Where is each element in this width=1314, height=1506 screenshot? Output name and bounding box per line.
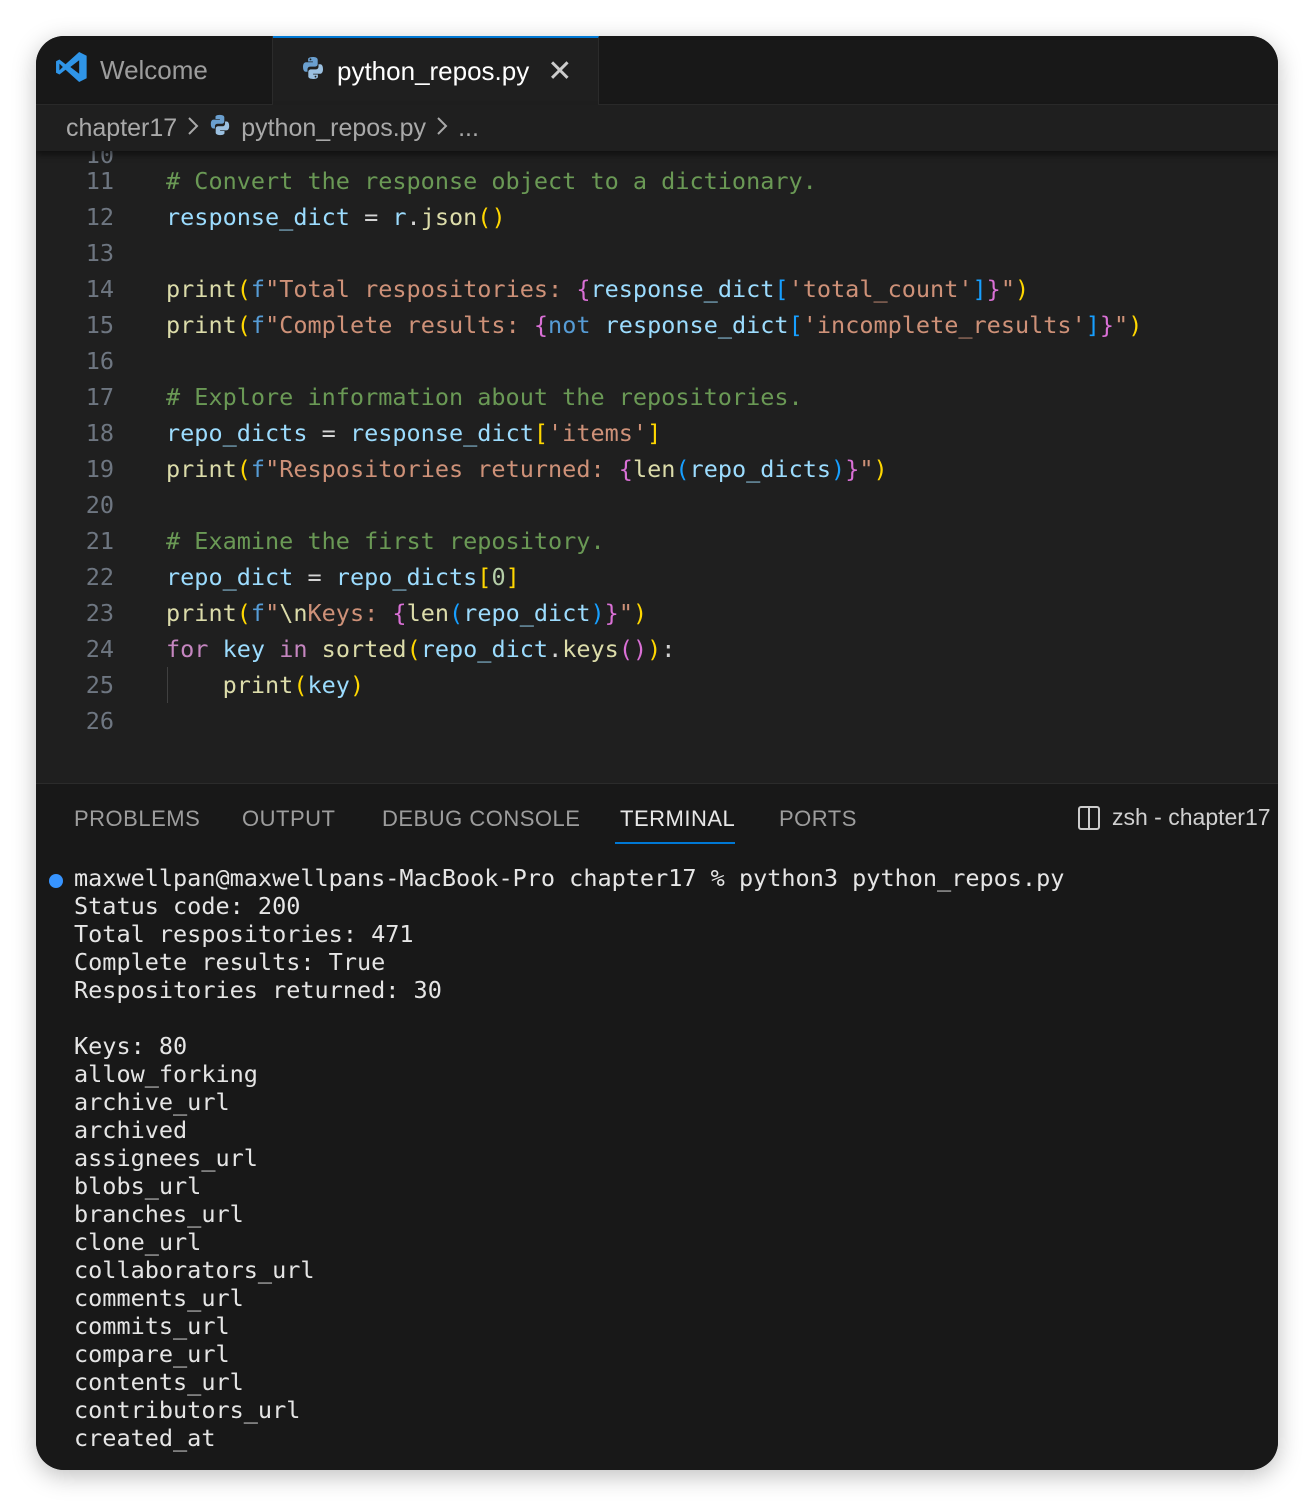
terminal-line: contributors_url: [74, 1396, 301, 1424]
code-text: print(f"Respositories returned: {len(rep…: [166, 455, 888, 483]
python-file-icon: [209, 114, 231, 143]
terminal-line: assignees_url: [74, 1144, 258, 1172]
code-text: response_dict = r.json(): [166, 203, 506, 231]
breadcrumb: chapter17 python_repos.py ...: [36, 105, 1278, 151]
code-line: 21 # Examine the first repository.: [36, 523, 1278, 559]
tab-terminal[interactable]: TERMINAL: [620, 806, 735, 832]
tab-problems[interactable]: PROBLEMS: [74, 806, 200, 832]
terminal-line: Respositories returned: 30: [74, 976, 442, 1004]
code-line: 24 for key in sorted(repo_dict.keys()):: [36, 631, 1278, 667]
breadcrumb-file[interactable]: python_repos.py: [241, 114, 426, 143]
tab-python-repos[interactable]: python_repos.py ✕: [273, 36, 599, 105]
code-line: 22 repo_dict = repo_dicts[0]: [36, 559, 1278, 595]
code-line: 12 response_dict = r.json(): [36, 199, 1278, 235]
terminal-line: allow_forking: [74, 1060, 258, 1088]
code-editor[interactable]: 10 11 # Convert the response object to a …: [36, 151, 1278, 783]
tab-python-repos-label: python_repos.py: [337, 56, 530, 86]
line-number: 25: [85, 671, 114, 699]
line-number: 22: [85, 563, 114, 591]
chevron-right-icon: [436, 114, 448, 143]
active-tab-indicator: [615, 842, 735, 844]
code-line: 26: [36, 703, 1278, 739]
line-number: 23: [85, 599, 114, 627]
code-line: 25 print(key): [36, 667, 1278, 703]
breadcrumb-folder[interactable]: chapter17: [66, 114, 177, 143]
line-number: 20: [85, 491, 114, 519]
code-text: repo_dicts = response_dict['items']: [166, 419, 662, 447]
terminal-line: archive_url: [74, 1088, 230, 1116]
code-line: 20: [36, 487, 1278, 523]
line-number: 13: [85, 239, 114, 267]
code-text: for key in sorted(repo_dict.keys()):: [166, 635, 676, 663]
terminal-output[interactable]: maxwellpan@maxwellpans-MacBook-Pro chapt…: [74, 864, 1274, 1452]
tab-debug-console[interactable]: DEBUG CONSOLE: [382, 806, 580, 832]
terminal-line: Total respositories: 471: [74, 920, 414, 948]
line-number: 21: [85, 527, 114, 555]
tab-ports[interactable]: PORTS: [779, 806, 857, 832]
tab-output[interactable]: OUTPUT: [242, 806, 335, 832]
terminal-line: blobs_url: [74, 1172, 202, 1200]
terminal-line: archived: [74, 1116, 188, 1144]
code-text: print(key): [222, 671, 365, 699]
terminal-line: Status code: 200: [74, 892, 301, 920]
terminal-line: collaborators_url: [74, 1256, 315, 1284]
code-line: 16: [36, 343, 1278, 379]
terminal-line: created_at: [74, 1424, 216, 1452]
terminal-line: compare_url: [74, 1340, 230, 1368]
code-text: print(f"\nKeys: {len(repo_dict)}"): [166, 599, 648, 627]
command-status-dot[interactable]: [49, 874, 63, 888]
line-number: 18: [85, 419, 114, 447]
line-number: 12: [85, 203, 114, 231]
terminal-selector-label: zsh - chapter17: [1112, 804, 1271, 830]
terminal-line: Keys: 80: [74, 1032, 188, 1060]
terminal-line: clone_url: [74, 1228, 202, 1256]
chevron-right-icon: [187, 114, 199, 143]
line-number: 19: [85, 455, 114, 483]
python-file-icon: [301, 56, 325, 87]
bottom-panel: PROBLEMS OUTPUT DEBUG CONSOLE TERMINAL P…: [36, 783, 1278, 1470]
code-line: 11 # Convert the response object to a dic…: [36, 163, 1278, 199]
code-line: 15 print(f"Complete results: {not respons…: [36, 307, 1278, 343]
line-number: 24: [85, 635, 114, 663]
line-number: 17: [85, 383, 114, 411]
terminal-line: comments_url: [74, 1284, 244, 1312]
code-line: 18 repo_dicts = response_dict['items']: [36, 415, 1278, 451]
code-text: print(f"Complete results: {not response_…: [166, 311, 1143, 339]
tab-welcome-label: Welcome: [100, 54, 208, 85]
terminal-selector[interactable]: zsh - chapter17: [1078, 804, 1271, 831]
code-text: # Convert the response object to a dicti…: [166, 167, 817, 195]
line-number: 11: [85, 167, 114, 195]
code-line: 23 print(f"\nKeys: {len(repo_dict)}"): [36, 595, 1278, 631]
terminal-line: contents_url: [74, 1368, 244, 1396]
line-number: 14: [85, 275, 114, 303]
terminal-prompt-line: maxwellpan@maxwellpans-MacBook-Pro chapt…: [74, 864, 1065, 892]
split-terminal-icon[interactable]: [1078, 805, 1100, 830]
vscode-logo-icon: [54, 50, 88, 91]
line-number: 15: [85, 311, 114, 339]
close-icon[interactable]: ✕: [547, 56, 572, 87]
vscode-window: Welcome python_repos.py ✕ chapter17 pyth…: [36, 36, 1278, 1470]
panel-tabs: PROBLEMS OUTPUT DEBUG CONSOLE TERMINAL P…: [36, 784, 1278, 856]
code-text: # Explore information about the reposito…: [166, 383, 803, 411]
code-line: 13: [36, 235, 1278, 271]
terminal-line: Complete results: True: [74, 948, 386, 976]
tab-welcome[interactable]: Welcome: [36, 36, 273, 104]
code-text: repo_dict = repo_dicts[0]: [166, 563, 520, 591]
code-line: 17 # Explore information about the reposi…: [36, 379, 1278, 415]
line-number: 26: [85, 707, 114, 735]
editor-tab-bar: Welcome python_repos.py ✕: [36, 36, 1278, 105]
code-line: 19 print(f"Respositories returned: {len(r…: [36, 451, 1278, 487]
terminal-line: branches_url: [74, 1200, 244, 1228]
code-text: print(f"Total respositories: {response_d…: [166, 275, 1030, 303]
code-line: 14 print(f"Total respositories: {response…: [36, 271, 1278, 307]
code-text: # Examine the first repository.: [166, 527, 605, 555]
breadcrumb-more[interactable]: ...: [458, 114, 479, 143]
line-number: 16: [85, 347, 114, 375]
terminal-line: commits_url: [74, 1312, 230, 1340]
